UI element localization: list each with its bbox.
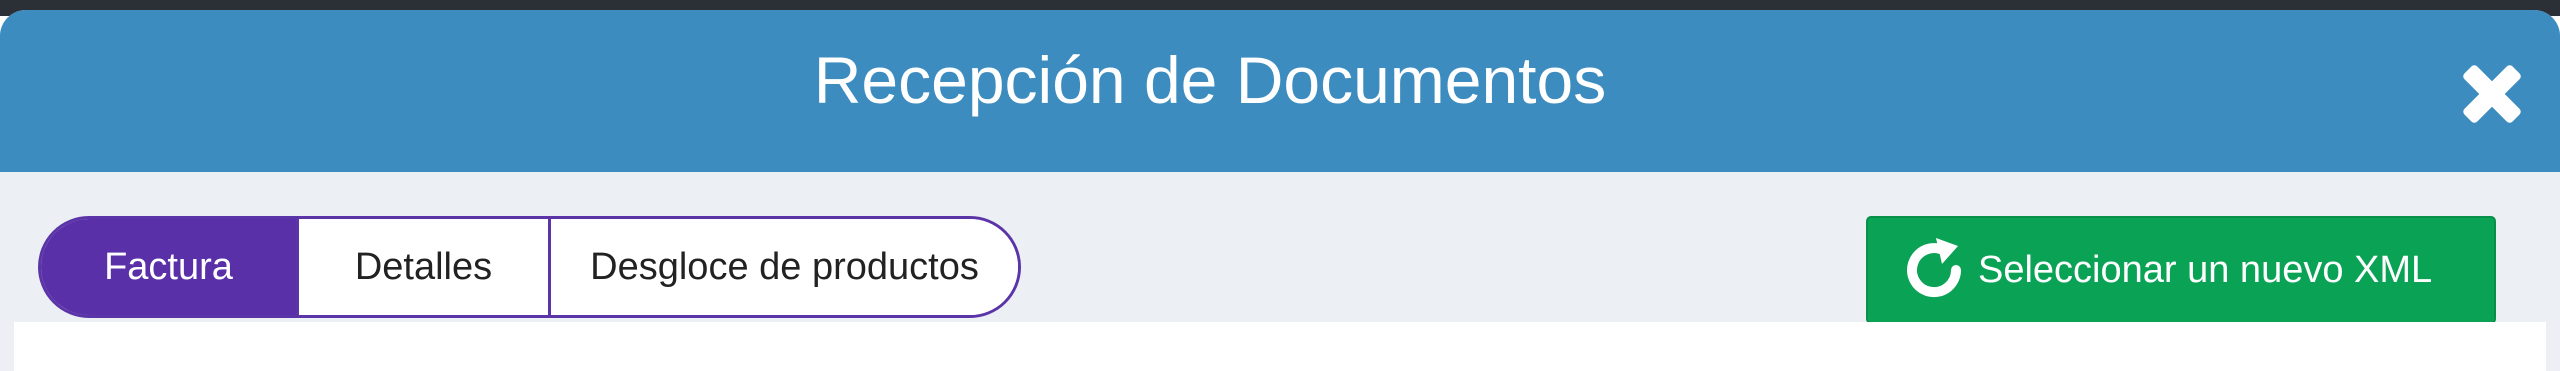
select-new-xml-button[interactable]: Seleccionar un nuevo XML — [1866, 216, 2496, 324]
close-icon — [2463, 65, 2521, 123]
tab-desgloce-de-productos[interactable]: Desgloce de productos — [548, 219, 1018, 315]
tab-factura[interactable]: Factura — [41, 219, 296, 315]
tab-label: Detalles — [354, 245, 493, 288]
tab-detalles[interactable]: Detalles — [296, 219, 548, 315]
document-reception-modal: Recepción de Documentos Factura Detalles… — [0, 10, 2560, 371]
tab-bar: Factura Detalles Desgloce de productos — [38, 216, 1021, 318]
tab-label: Factura — [104, 245, 233, 288]
close-button[interactable] — [2456, 58, 2528, 130]
refresh-icon — [1907, 238, 1962, 298]
modal-title: Recepción de Documentos — [813, 43, 1607, 117]
content-panel — [14, 322, 2546, 371]
select-new-xml-label: Seleccionar un nuevo XML — [1978, 248, 2433, 291]
modal-header: Recepción de Documentos — [0, 10, 2560, 172]
tab-label: Desgloce de productos — [590, 245, 979, 288]
